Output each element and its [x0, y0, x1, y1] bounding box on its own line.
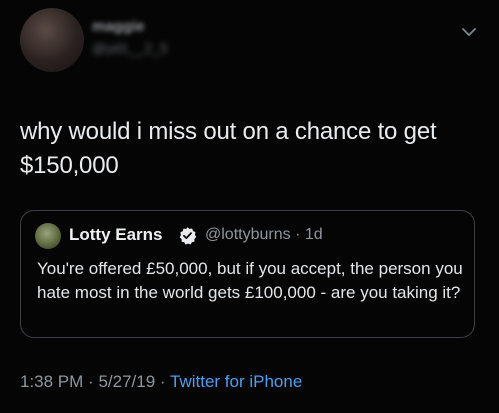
- tweet-time[interactable]: 1:38 PM: [20, 372, 83, 391]
- footer-separator: ·: [88, 372, 94, 391]
- author-name[interactable]: maggie: [92, 18, 145, 35]
- author-handle[interactable]: @yd1__2_5: [92, 40, 168, 56]
- tweet-date[interactable]: 5/27/19: [98, 372, 155, 391]
- tweet-footer: 1:38 PM · 5/27/19 · Twitter for iPhone: [20, 372, 302, 392]
- chevron-down-icon[interactable]: [461, 24, 477, 40]
- quoted-meta-separator: ·: [295, 226, 301, 243]
- author-avatar[interactable]: [20, 8, 84, 72]
- tweet-client-link[interactable]: Twitter for iPhone: [170, 372, 302, 391]
- quoted-tweet-card[interactable]: Lotty Earns @lottyburns · 1d You're offe…: [20, 210, 475, 338]
- quoted-meta: @lottyburns · 1d: [205, 226, 323, 244]
- quoted-age: 1d: [304, 226, 323, 243]
- quoted-author-handle: @lottyburns: [205, 226, 291, 243]
- footer-separator: ·: [159, 372, 166, 391]
- quoted-author-name: Lotty Earns: [69, 225, 163, 244]
- tweet-text: why would i miss out on a chance to get …: [20, 118, 437, 179]
- quoted-tweet-text: You're offered £50,000, but if you accep…: [37, 259, 463, 302]
- quoted-author-avatar: [35, 223, 61, 249]
- verified-badge-icon: [179, 227, 197, 245]
